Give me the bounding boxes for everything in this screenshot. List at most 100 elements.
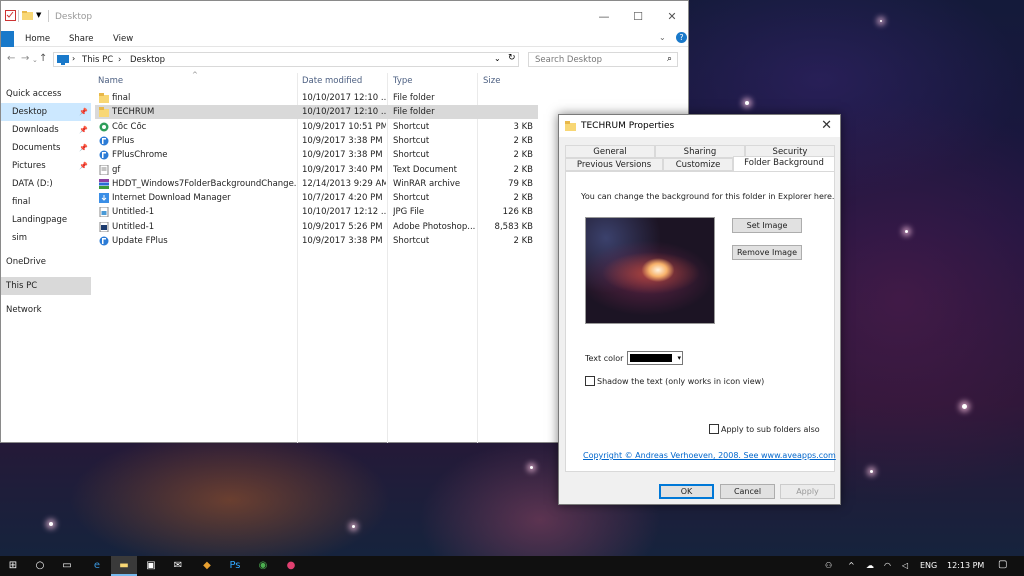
tab-previous-versions[interactable]: Previous Versions [565,158,663,171]
separator [18,10,19,22]
photoshop-icon[interactable]: Ps [222,556,248,576]
wifi-icon[interactable]: ◠ [884,561,891,570]
tab-sharing[interactable]: Sharing [655,145,745,158]
quick-access-dropdown-icon[interactable]: ▼ [36,11,41,19]
text-color-picker[interactable]: ▾ [627,351,683,365]
nav-label: DATA (D:) [12,179,53,189]
tab-folder-background[interactable]: Folder Background [733,156,835,171]
file-row[interactable]: Internet Download Manager 10/7/2017 4:20 … [95,191,538,205]
column-header-type[interactable]: Type [393,76,413,86]
nav-onedrive[interactable]: OneDrive [1,253,91,271]
refresh-icon[interactable]: ↻ [508,53,516,63]
nav-documents[interactable]: Documents 📌 [1,139,91,157]
star-decoration [905,230,908,233]
file-row[interactable]: TECHRUM 10/10/2017 12:10 ... File folder [95,105,538,120]
nav-desktop[interactable]: Desktop 📌 [1,103,91,121]
file-size: 2 KB [513,193,533,204]
nav-downloads[interactable]: Downloads 📌 [1,121,91,139]
nav-quick-access[interactable]: Quick access [1,85,91,103]
file-date: 10/9/2017 10:51 PM [302,121,386,132]
expand-ribbon-icon[interactable]: ⌄ [659,33,666,42]
tab-view[interactable]: View [113,34,133,44]
maximize-button[interactable]: ☐ [621,7,655,27]
copyright-link[interactable]: Copyright © Andreas Verhoeven, 2008. See… [583,451,836,460]
breadcrumb-desktop[interactable]: Desktop [130,55,165,65]
properties-icon[interactable] [5,10,16,21]
new-folder-icon[interactable] [22,10,33,21]
notifications-icon[interactable]: ▢ [998,559,1007,570]
tab-home[interactable]: Home [25,34,50,44]
breadcrumb-this-pc[interactable]: This PC [82,55,113,65]
column-header-size[interactable]: Size [483,76,500,86]
shadow-text-checkbox[interactable] [585,376,595,386]
column-header-date[interactable]: Date modified [302,76,362,86]
apply-subfolders-checkbox[interactable] [709,424,719,434]
sublime-icon[interactable]: ◆ [194,556,220,576]
address-bar[interactable]: › ⌄ ↻ [53,52,519,67]
start-button[interactable]: ⊞ [0,556,26,576]
close-button[interactable]: ✕ [655,7,689,27]
people-icon[interactable]: ⚇ [825,561,832,570]
column-header-name[interactable]: Name [98,76,123,86]
dialog-close-button[interactable]: ✕ [821,118,832,133]
file-type: JPG File [393,207,425,218]
set-image-button[interactable]: Set Image [732,218,802,233]
file-row[interactable]: Cốc Cốc 10/9/2017 10:51 PM Shortcut 3 KB [95,120,538,134]
file-row[interactable]: Update FPlus 10/9/2017 3:38 PM Shortcut 2 K… [95,234,538,248]
nav-landingpage[interactable]: Landingpage [1,211,91,229]
language-indicator[interactable]: ENG [920,561,937,570]
tab-general[interactable]: General [565,145,655,158]
file-row[interactable]: Untitled-1 10/10/2017 12:12 ... JPG File 12… [95,205,538,219]
clock[interactable]: 12:13 PM [947,561,984,570]
tab-customize[interactable]: Customize [663,158,733,171]
nav-data-drive[interactable]: DATA (D:) [1,175,91,193]
file-row[interactable]: gf 10/9/2017 3:40 PM Text Document 2 KB [95,163,538,177]
address-dropdown-icon[interactable]: ⌄ [494,54,501,63]
back-arrow-icon[interactable]: ← [7,53,15,64]
app-icon[interactable]: ● [278,556,304,576]
edge-browser-icon[interactable]: e [84,556,110,576]
up-arrow-icon[interactable]: ↑ [39,53,47,64]
background-image-preview [585,217,715,324]
file-row[interactable]: Untitled-1 10/9/2017 5:26 PM Adobe Photosh… [95,220,538,234]
file-row[interactable]: FPlus 10/9/2017 3:38 PM Shortcut 2 KB [95,134,538,148]
nav-this-pc[interactable]: This PC [1,277,91,295]
file-name: Update FPlus [112,236,168,246]
mail-icon[interactable]: ✉ [165,556,191,576]
chrome-icon[interactable]: ◉ [250,556,276,576]
minimize-button[interactable]: — [587,7,621,27]
cloud-icon[interactable]: ☁ [866,561,874,570]
file-type: File folder [393,107,435,118]
recent-locations-icon[interactable]: ⌄ [32,56,38,64]
star-decoration [870,470,873,473]
fplus-icon [99,236,109,246]
file-row[interactable]: final 10/10/2017 12:10 ... File folder [95,91,538,105]
nav-sim[interactable]: sim [1,229,91,247]
cortana-icon[interactable]: ○ [27,556,53,576]
nav-label: This PC [6,281,38,291]
nav-final[interactable]: final [1,193,91,211]
file-row[interactable]: FPlusChrome 10/9/2017 3:38 PM Shortcut 2 KB [95,148,538,162]
remove-image-button[interactable]: Remove Image [732,245,802,260]
search-input[interactable]: Search Desktop ⌕ [528,52,678,67]
tab-share[interactable]: Share [69,34,94,44]
file-tab[interactable] [1,31,14,47]
file-name: FPlus [112,135,135,146]
file-size: 2 KB [513,236,533,246]
store-icon[interactable]: ▣ [138,556,164,576]
file-row[interactable]: HDDT_Windows7FolderBackgroundChange... 12… [95,177,538,191]
cancel-button[interactable]: Cancel [720,484,775,499]
taskbar: ⊞ ○ ▭ e ▬ ▣ ✉ ◆ Ps ◉ ● ⚇ ^ ☁ ◠ ◁ ENG 12:… [0,556,1024,576]
nav-pictures[interactable]: Pictures 📌 [1,157,91,175]
nav-network[interactable]: Network [1,301,91,319]
forward-arrow-icon[interactable]: → [21,53,29,64]
file-explorer-icon[interactable]: ▬ [111,556,137,576]
help-icon[interactable]: ? [676,32,687,43]
apply-button[interactable]: Apply [780,484,835,499]
file-name: final [112,93,131,103]
file-type: Shortcut [393,193,430,204]
show-hidden-icons[interactable]: ^ [848,561,855,570]
volume-icon[interactable]: ◁ [902,561,908,570]
task-view-icon[interactable]: ▭ [54,556,80,576]
ok-button[interactable]: OK [659,484,714,499]
